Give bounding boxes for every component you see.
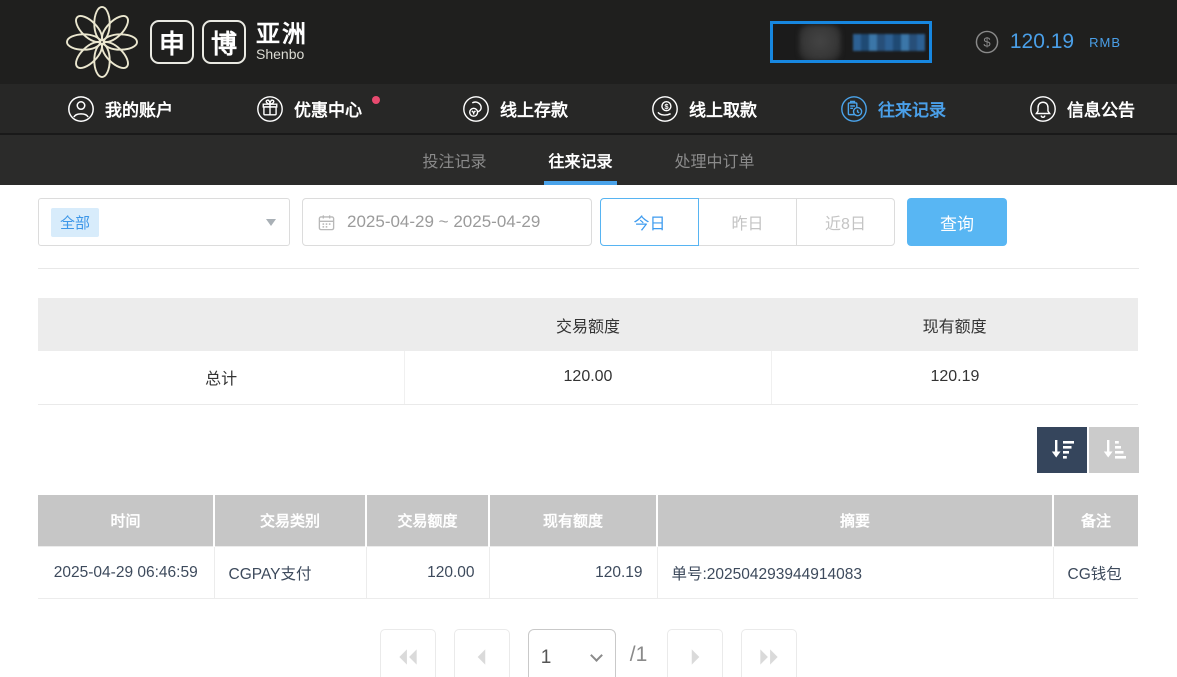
col-header-note: 备注 — [1053, 495, 1138, 547]
record-row: 2025-04-29 06:46:59 CGPAY支付 120.00 120.1… — [38, 547, 1138, 599]
svg-text:$: $ — [983, 34, 991, 49]
summary-total-row: 总计 120.00 120.19 — [38, 351, 1138, 404]
summary-header-amount: 交易额度 — [405, 298, 772, 351]
tab-label: 往来记录 — [548, 148, 612, 172]
first-page-icon — [395, 644, 421, 670]
date-range-value: 2025-04-29 ~ 2025-04-29 — [347, 212, 540, 232]
logo-subtitle: Shenbo — [256, 47, 308, 62]
withdraw-icon: $ — [650, 94, 680, 124]
summary-header-row: 交易额度 现有额度 — [38, 298, 1138, 351]
pagination: 1 /1 — [0, 629, 1177, 677]
logo-char-box: 申 — [150, 20, 194, 64]
first-page-button[interactable] — [380, 629, 436, 677]
col-header-summary: 摘要 — [657, 495, 1053, 547]
selected-type-chip: 全部 — [51, 208, 99, 237]
next-page-icon — [682, 644, 708, 670]
summary-total-label: 总计 — [38, 351, 405, 404]
dollar-circle-icon: $ — [974, 29, 1000, 55]
redacted-username-blur — [853, 34, 925, 51]
nav-label: 优惠中心 — [294, 96, 362, 121]
sort-asc-icon — [1101, 436, 1128, 463]
flower-logo-icon — [64, 4, 140, 80]
record-amount: 120.00 — [366, 547, 489, 599]
record-type: CGPAY支付 — [214, 547, 366, 599]
summary-total-balance: 120.19 — [771, 351, 1138, 404]
calendar-icon — [317, 213, 336, 232]
col-header-time: 时间 — [38, 495, 214, 547]
type-filter-select[interactable]: 全部 — [38, 198, 290, 246]
prev-page-button[interactable] — [454, 629, 510, 677]
nav-item-promotions[interactable]: 优惠中心 — [255, 94, 379, 124]
logo-region: 亚洲 — [256, 22, 308, 47]
username-redacted-box[interactable] — [770, 21, 932, 63]
balance-amount: 120.19 — [1010, 30, 1074, 54]
records-header-row: 时间 交易类别 交易额度 现有额度 摘要 备注 — [38, 495, 1138, 547]
summary-total-amount: 120.00 — [405, 351, 772, 404]
page-select-wrap: 1 — [528, 629, 616, 677]
tab-label: 处理中订单 — [675, 148, 755, 172]
summary-header-balance: 现有额度 — [771, 298, 1138, 351]
today-button[interactable]: 今日 — [600, 198, 699, 246]
nav-label: 信息公告 — [1067, 96, 1135, 121]
last-page-button[interactable] — [741, 629, 797, 677]
record-note: CG钱包 — [1053, 547, 1138, 599]
page-select[interactable]: 1 — [541, 647, 603, 668]
nav-label: 线上取款 — [689, 96, 757, 121]
nav-item-announcements[interactable]: 信息公告 — [1028, 94, 1135, 124]
page-total-label: /1 — [630, 643, 648, 677]
active-tab-underline — [544, 181, 616, 185]
deposit-icon — [461, 94, 491, 124]
filter-bar: 全部 2025-04-29 ~ 2025-04-29 今日 昨日 近8日 查询 — [38, 198, 1139, 246]
user-icon — [66, 94, 96, 124]
next-page-button[interactable] — [667, 629, 723, 677]
nav-label: 往来记录 — [878, 96, 946, 121]
last-page-icon — [756, 644, 782, 670]
section-divider — [38, 268, 1139, 269]
bell-icon — [1028, 94, 1058, 124]
sort-descending-button[interactable] — [1037, 427, 1087, 473]
tab-transaction-records[interactable]: 往来记录 — [544, 135, 616, 185]
balance-currency: RMB — [1089, 35, 1121, 50]
logo-char-box: 博 — [202, 20, 246, 64]
sort-ascending-button[interactable] — [1089, 427, 1139, 473]
yesterday-button[interactable]: 昨日 — [698, 198, 797, 246]
tab-pending-orders[interactable]: 处理中订单 — [671, 135, 759, 185]
tab-label: 投注记录 — [422, 148, 486, 172]
tab-betting-records[interactable]: 投注记录 — [418, 135, 490, 185]
col-header-amount: 交易额度 — [366, 495, 489, 547]
logo[interactable]: 申 博 亚洲 Shenbo — [64, 4, 308, 80]
col-header-balance: 现有额度 — [489, 495, 657, 547]
nav-label: 线上存款 — [500, 96, 568, 121]
main-nav: 我的账户 优惠中心 线上存款 — [0, 84, 1177, 133]
nav-item-my-account[interactable]: 我的账户 — [66, 94, 173, 124]
record-balance: 120.19 — [489, 547, 657, 599]
redacted-avatar-blur — [799, 25, 841, 61]
sort-controls — [38, 427, 1139, 473]
date-range-input[interactable]: 2025-04-29 ~ 2025-04-29 — [302, 198, 592, 246]
record-time: 2025-04-29 06:46:59 — [38, 547, 214, 599]
prev-page-icon — [469, 644, 495, 670]
dropdown-caret-icon — [265, 218, 277, 227]
summary-table: 交易额度 现有额度 总计 120.00 120.19 — [38, 298, 1138, 405]
gift-icon — [255, 94, 285, 124]
records-table: 时间 交易类别 交易额度 现有额度 摘要 备注 2025-04-29 06:46… — [38, 495, 1138, 600]
col-header-type: 交易类别 — [214, 495, 366, 547]
top-header: 申 博 亚洲 Shenbo $ 120.19 RMB — [0, 0, 1177, 84]
sort-desc-icon — [1049, 436, 1076, 463]
nav-item-transaction-records[interactable]: 往来记录 — [839, 94, 946, 124]
records-icon — [839, 94, 869, 124]
sub-nav: 投注记录 往来记录 处理中订单 — [0, 133, 1177, 185]
record-summary: 单号:202504293944914083 — [657, 547, 1053, 599]
summary-header-empty — [38, 298, 405, 351]
search-button[interactable]: 查询 — [907, 198, 1007, 246]
promo-badge-dot — [372, 96, 380, 104]
nav-item-deposit[interactable]: 线上存款 — [461, 94, 568, 124]
balance[interactable]: $ 120.19 RMB — [974, 29, 1121, 55]
nav-item-withdraw[interactable]: $ 线上取款 — [650, 94, 757, 124]
nav-label: 我的账户 — [105, 96, 173, 121]
last-8-days-button[interactable]: 近8日 — [796, 198, 895, 246]
quick-date-buttons: 今日 昨日 近8日 — [600, 198, 895, 246]
